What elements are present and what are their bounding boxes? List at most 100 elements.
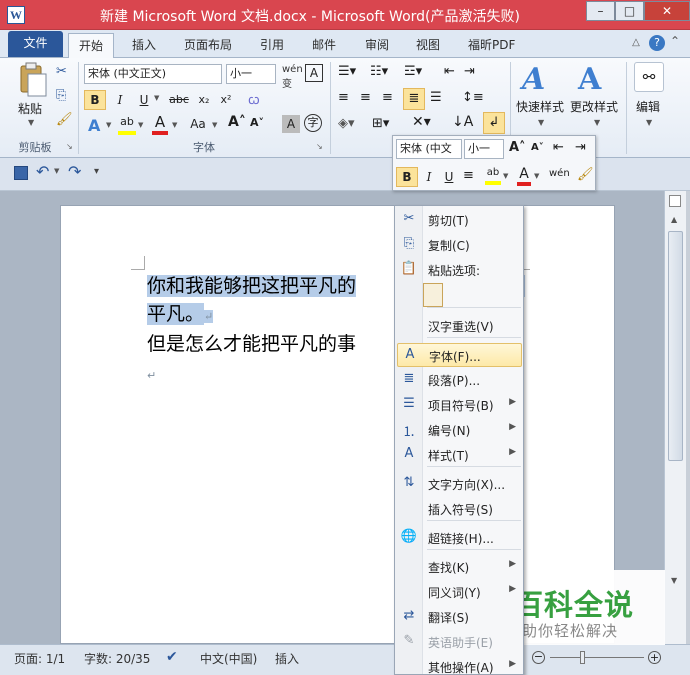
change-case-button[interactable]: Aa — [186, 114, 210, 134]
context-menu-item[interactable]: 同义词(Y) ▶ — [397, 580, 522, 604]
tab-references[interactable]: 引用 — [250, 33, 294, 58]
quick-styles-dropdown-icon[interactable]: ▼ — [538, 118, 544, 127]
align-left-icon[interactable]: ≡ — [338, 90, 349, 105]
tab-view[interactable]: 视图 — [406, 33, 450, 58]
strikethrough-button[interactable]: abc — [166, 90, 192, 110]
selected-text[interactable]: 你和我能够把这把平凡的 — [147, 275, 357, 297]
tab-foxit-pdf[interactable]: 福昕PDF — [458, 33, 525, 58]
multilevel-list-icon[interactable]: ☲▾ — [404, 64, 422, 79]
doc-paragraph-2[interactable]: 但是怎么才能把平凡的事 — [147, 331, 356, 358]
context-menu-item[interactable]: ✎ 英语助手(E) — [397, 630, 522, 654]
doc-paragraph-1-cont[interactable]: 平凡。↵ — [147, 301, 214, 330]
context-menu-item[interactable]: 查找(K) ▶ — [397, 555, 522, 579]
insert-mode[interactable]: 插入 — [275, 650, 299, 667]
highlight-dropdown-icon[interactable]: ▼ — [138, 121, 143, 129]
mini-increase-indent-icon[interactable]: ⇥ — [575, 140, 586, 155]
font-name-combo[interactable]: 宋体 (中文正文) — [84, 64, 222, 84]
font-launcher-icon[interactable]: ↘ — [316, 142, 323, 151]
mini-highlight-dropdown-icon[interactable]: ▼ — [503, 172, 508, 180]
zoom-out-icon[interactable]: − — [532, 651, 545, 664]
clipboard-launcher-icon[interactable]: ↘ — [66, 142, 73, 151]
align-right-icon[interactable]: ≡ — [382, 90, 393, 105]
mini-shrink-font-icon[interactable]: A˅ — [531, 142, 544, 153]
increase-indent-icon[interactable]: ⇥ — [464, 64, 475, 79]
zoom-in-icon[interactable]: + — [648, 651, 661, 664]
underline-dropdown-icon[interactable]: ▼ — [154, 94, 159, 102]
customize-qat-icon[interactable]: ▾ — [94, 166, 99, 177]
mini-font-name-combo[interactable]: 宋体 (中文 — [396, 139, 462, 159]
find-binoculars-icon[interactable]: ⚯ — [634, 62, 664, 92]
context-menu-item[interactable]: 其他操作(A) ▶ — [397, 655, 522, 675]
context-menu-item[interactable]: ☰ 项目符号(B) ▶ — [397, 393, 522, 417]
selected-text-line2[interactable]: 平凡。 — [147, 303, 205, 325]
help-icon[interactable]: ? — [649, 35, 665, 51]
mini-grow-font-icon[interactable]: A˄ — [509, 140, 526, 155]
context-menu-item[interactable]: ✂ 剪切(T) — [397, 208, 522, 232]
distributed-icon[interactable]: ☰ — [430, 90, 442, 105]
mini-font-color-button[interactable]: A — [517, 166, 531, 186]
tab-insert[interactable]: 插入 — [122, 33, 166, 58]
context-menu-item[interactable]: A 样式(T) ▶ — [397, 443, 522, 467]
scroll-up-icon[interactable]: ▲ — [671, 215, 677, 224]
scroll-down-icon[interactable]: ▼ — [671, 576, 677, 585]
bold-button[interactable]: B — [84, 90, 106, 110]
quick-styles-label[interactable]: 快速样式 — [516, 98, 564, 115]
superscript-button[interactable]: x² — [216, 90, 236, 110]
mini-italic-button[interactable]: I — [420, 167, 438, 187]
collapse-ribbon-icon[interactable]: △ — [628, 36, 644, 52]
tab-home[interactable]: 开始 — [68, 33, 115, 59]
change-styles-label[interactable]: 更改样式 — [570, 98, 618, 115]
font-color-dropdown-icon[interactable]: ▼ — [172, 121, 177, 129]
quick-styles-icon[interactable]: A — [522, 62, 545, 97]
bullets-icon[interactable]: ☰▾ — [338, 64, 356, 79]
phonetic-guide-icon[interactable]: wén 变 — [282, 64, 303, 90]
underline-button[interactable]: U — [134, 90, 154, 110]
change-styles-icon[interactable]: A — [578, 62, 601, 97]
context-menu-item[interactable]: ⒈ 编号(N) ▶ — [397, 418, 522, 442]
italic-button[interactable]: I — [110, 90, 130, 110]
copy-icon[interactable]: ⎘ — [56, 88, 66, 103]
undo-icon[interactable]: ↶ — [36, 162, 49, 181]
chinese-layout-icon[interactable]: ✕▾ — [412, 114, 431, 130]
char-shading-icon[interactable]: A — [282, 115, 300, 133]
font-color-button[interactable]: A — [152, 113, 168, 135]
editing-label[interactable]: 编辑 — [636, 98, 660, 115]
paste-dropdown-icon[interactable]: ▼ — [28, 118, 34, 127]
proofing-icon[interactable]: ✔ — [166, 649, 178, 665]
minimize-button[interactable]: – — [586, 1, 615, 21]
editing-dropdown-icon[interactable]: ▼ — [646, 118, 652, 127]
mini-bold-button[interactable]: B — [396, 167, 418, 187]
text-effects-icon[interactable]: A — [88, 116, 100, 135]
mini-highlight-icon[interactable]: ab — [485, 167, 501, 185]
context-menu-item[interactable]: A 字体(F)... — [397, 343, 522, 367]
paste-button[interactable] — [14, 62, 50, 102]
numbering-icon[interactable]: ☷▾ — [370, 64, 388, 79]
cut-icon[interactable]: ✂ — [56, 64, 67, 79]
tab-file[interactable]: 文件 — [8, 31, 63, 57]
mini-center-icon[interactable]: ≡ — [463, 168, 474, 183]
save-icon[interactable] — [14, 166, 28, 180]
sort-icon[interactable]: ↓A — [452, 114, 473, 130]
shading-icon[interactable]: ◈▾ — [338, 116, 355, 131]
align-center-icon[interactable]: ≡ — [360, 90, 371, 105]
close-button[interactable]: ✕ — [644, 1, 690, 21]
line-spacing-icon[interactable]: ↕≡ — [462, 90, 484, 105]
char-border-icon[interactable]: A — [305, 64, 323, 82]
context-menu-item[interactable]: ⇅ 文字方向(X)... — [397, 472, 522, 496]
change-styles-dropdown-icon[interactable]: ▼ — [594, 118, 600, 127]
clear-format-icon[interactable]: ꞷ — [248, 90, 260, 108]
mini-font-color-dropdown-icon[interactable]: ▼ — [534, 172, 539, 180]
maximize-button[interactable]: □ — [615, 1, 644, 21]
decrease-indent-icon[interactable]: ⇤ — [444, 64, 455, 79]
context-menu-item[interactable]: 🌐 超链接(H)... — [397, 526, 522, 550]
justify-icon[interactable]: ≣ — [403, 88, 425, 110]
font-size-combo[interactable]: 小一 — [226, 64, 276, 84]
word-count[interactable]: 字数: 20/35 — [84, 650, 150, 667]
tab-review[interactable]: 审阅 — [355, 33, 399, 58]
context-menu-item[interactable]: ≣ 段落(P)... — [397, 368, 522, 392]
redo-icon[interactable]: ↷ — [68, 162, 81, 181]
word-app-icon[interactable]: W — [7, 6, 25, 24]
language-indicator[interactable]: 中文(中国) — [200, 650, 257, 667]
context-menu-item[interactable]: 汉字重选(V) — [397, 314, 522, 338]
scroll-thumb[interactable] — [668, 231, 683, 461]
